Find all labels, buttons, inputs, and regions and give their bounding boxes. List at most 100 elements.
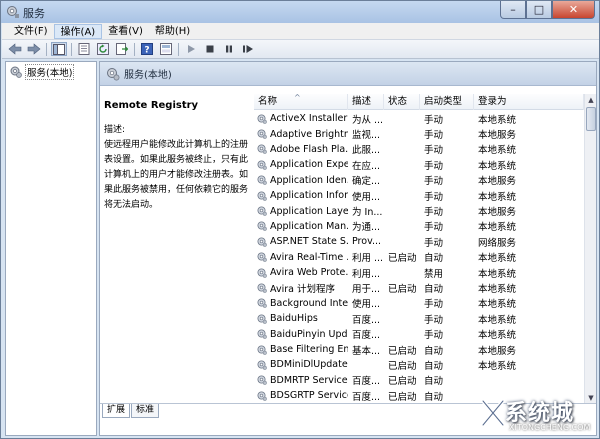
table-row[interactable]: Application Infor... 使用... 手动 本地系统 [254,188,584,203]
service-name: Adaptive Brightn... [270,128,348,140]
list-header: 名称 ^ 描述 状态 启动类型 登录为 [254,94,584,110]
service-gear-icon [257,191,267,201]
table-row[interactable]: BaiduHips 百度... 手动 本地系统 [254,311,584,326]
service-description: 利用 ... [352,253,384,265]
table-row[interactable]: Background Inte... 使用... 手动 本地系统 [254,296,584,311]
service-description: 百度... [352,330,381,342]
table-row[interactable]: Base Filtering En... 基本... 已启动自动 本地服务 [254,342,584,357]
help-button[interactable]: ? [139,42,155,56]
column-header-label: 名称 [258,96,278,107]
column-header-startup-type[interactable]: 启动类型 [420,94,474,110]
table-row[interactable]: Adobe Flash Pla... 此服... 手动 本地系统 [254,142,584,157]
toolbar-separator [71,42,72,56]
service-log-on-as: 本地系统 [478,268,517,280]
service-startup-type: 自动 [424,391,444,403]
start-service-button[interactable] [183,42,199,56]
service-gear-icon [257,314,267,324]
service-description: Prov... [352,236,382,248]
forward-button[interactable] [26,42,42,56]
vertical-scrollbar[interactable]: ▲ ▼ [584,94,596,404]
service-log-on-as: 本地服务 [478,176,517,188]
service-status: 已启动 [388,253,417,265]
console-button[interactable] [158,42,174,56]
console-tree-icon [53,43,65,55]
table-row[interactable]: Application Iden... 确定... 手动 本地服务 [254,173,584,188]
table-row[interactable]: Avira Real-Time ... 利用 ... 已启动 自动 本地系统 [254,250,584,265]
minimize-button[interactable]: – [500,1,526,19]
service-gear-icon [257,268,267,278]
service-name-cell: BDMRTP Service [254,375,348,386]
refresh-button[interactable] [95,42,111,56]
window-controls: – □ ✕ [500,1,595,19]
column-header-log-on-as[interactable]: 登录为 [474,94,584,110]
service-log-on-as: 网络服务 [478,237,517,249]
column-header-status[interactable]: 状态 [384,94,420,110]
properties-button[interactable] [76,42,92,56]
service-name-cell: Application Expe... [254,159,348,170]
watermark-subtext: XITONGCHENG.COM [509,423,591,432]
table-row[interactable]: ActiveX Installer ... 为从 ... 手动 本地系统 [254,111,584,126]
restart-service-button[interactable] [240,42,256,56]
table-row[interactable]: Adaptive Brightn... 监视... 手动 本地服务 [254,126,584,141]
table-row[interactable]: Avira 计划程序 用于... 已启动 自动 本地系统 [254,280,584,295]
service-name-cell: Adaptive Brightn... [254,129,348,140]
service-startup-type: 手动 [424,191,444,203]
scrollbar-thumb[interactable] [586,107,596,131]
service-description: 为 In... [352,207,383,219]
service-startup-type: 自动 [424,253,444,265]
table-row[interactable]: Application Laye... 为 In... 手动 本地服务 [254,203,584,218]
menu-view[interactable]: 查看(V) [102,24,149,39]
tab-standard[interactable]: 标准 [131,404,160,418]
selected-service-name: Remote Registry [104,100,199,111]
services-icon [107,67,120,80]
service-log-on-as: 本地系统 [478,222,517,234]
table-row[interactable]: Application Man... 为通... 手动 本地系统 [254,219,584,234]
service-log-on-as: 本地服务 [478,130,517,142]
export-list-button[interactable] [114,42,130,56]
service-log-on-as: 本地系统 [478,160,517,172]
service-name: BDMRTP Service [270,374,348,386]
back-arrow-icon [8,43,22,55]
service-name: BaiduPinyin Upd... [270,328,348,340]
stop-service-icon [206,45,214,53]
table-row[interactable]: ASP.NET State S... Prov... 手动 网络服务 [254,234,584,249]
service-gear-icon [257,144,267,155]
stop-service-button[interactable] [202,42,218,56]
table-row[interactable]: BaiduPinyin Upd... 百度... 手动 本地系统 [254,326,584,341]
column-header-description[interactable]: 描述 [348,94,384,110]
menu-help[interactable]: 帮助(H) [149,24,196,39]
column-header-name[interactable]: 名称 ^ [254,94,348,110]
service-startup-type: 自动 [424,345,444,357]
scroll-up-icon[interactable]: ▲ [586,94,596,106]
service-name: BDSGRTP Service [270,390,348,402]
tree-item-services-local[interactable]: 服务(本地) [10,63,76,80]
service-gear-icon [257,237,267,247]
service-startup-type: 手动 [424,160,444,172]
menu-file[interactable]: 文件(F) [8,24,54,39]
service-log-on-as: 本地系统 [478,283,517,295]
service-name-cell: ActiveX Installer ... [254,113,348,124]
back-button[interactable] [7,42,23,56]
maximize-button[interactable]: □ [526,1,552,19]
close-button[interactable]: ✕ [552,1,595,19]
table-row[interactable]: Avira Web Prote... 利用... 禁用 本地系统 [254,265,584,280]
service-name: ActiveX Installer ... [270,113,348,125]
table-row[interactable]: BDMiniDlUpdate 已启动 自动 本地系统 [254,357,584,372]
pause-service-button[interactable] [221,42,237,56]
table-row[interactable]: Application Expe... 在应... 手动 本地系统 [254,157,584,172]
show-console-tree-button[interactable] [51,42,67,56]
table-row[interactable]: BDMRTP Service 百度... 已启动 自动 [254,373,584,388]
tab-extended[interactable]: 扩展 [102,404,131,418]
tree-item-label: 服务(本地) [25,63,75,80]
service-name-cell: BDSGRTP Service [254,390,348,401]
service-log-on-as: 本地系统 [478,299,517,311]
service-name-cell: Application Infor... [254,190,348,201]
service-name-cell: Application Iden... [254,175,348,186]
service-description: 百度... [352,314,381,326]
description-line: 将无法启动。 [104,200,159,210]
service-status: 已启动 [388,283,417,295]
service-log-on-as: 本地服务 [478,207,517,219]
service-description: 为通... [352,222,381,234]
title-bar[interactable]: 服务 – □ ✕ [1,1,599,23]
menu-action[interactable]: 操作(A) [53,23,103,39]
